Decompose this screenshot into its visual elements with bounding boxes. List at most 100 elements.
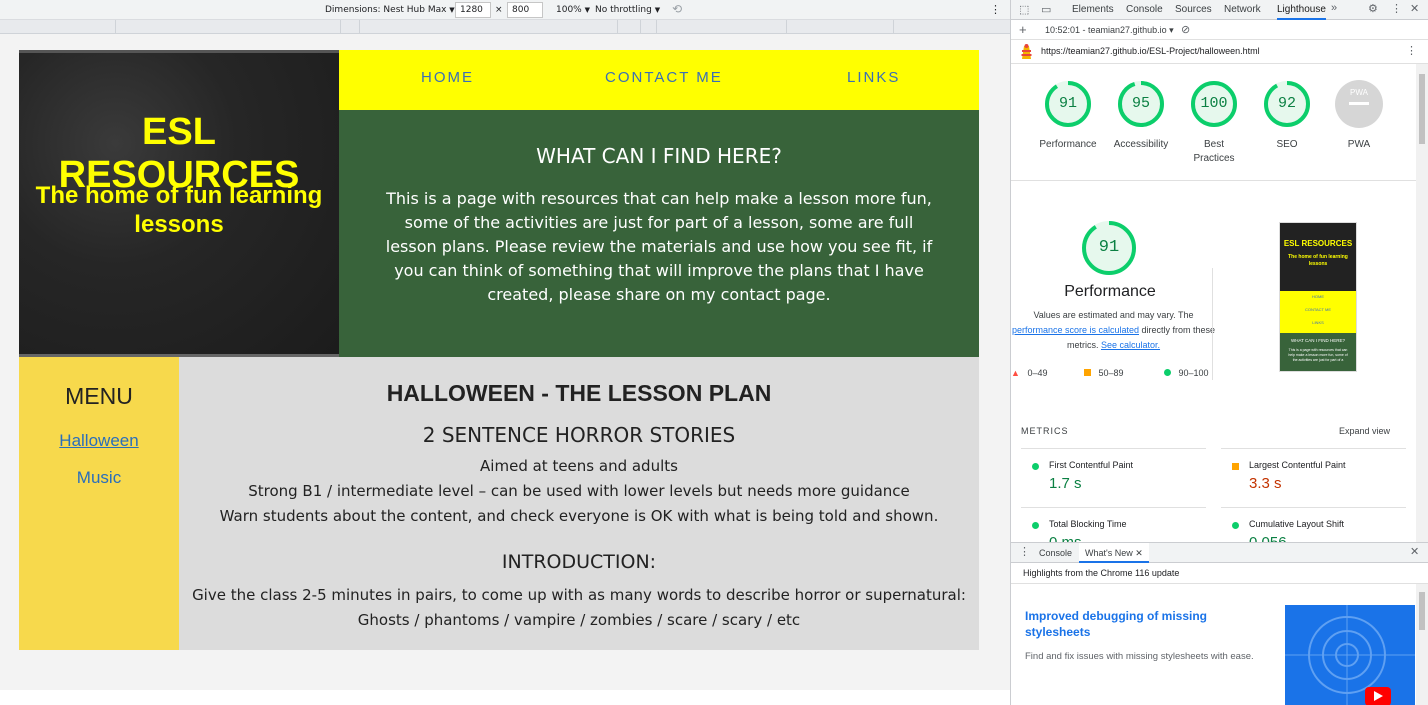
nav-links-link[interactable]: LINKS <box>847 69 900 86</box>
legend-average: 50–89 <box>1084 368 1124 378</box>
side-menu: MENU Halloween Music <box>19 357 179 650</box>
performance-score-large: 91 <box>1098 238 1120 257</box>
gauge-label: PWA <box>1347 139 1371 150</box>
report-select[interactable]: 10:52:01 - teamian27.github.io ▾ <box>1045 25 1174 36</box>
metric-value: 0.056 <box>1249 534 1287 542</box>
see-calculator-link[interactable]: See calculator. <box>1101 340 1160 350</box>
metric-value: 1.7 s <box>1049 475 1082 492</box>
metric-name: First Contentful Paint <box>1049 460 1134 470</box>
thumb-intro: WHAT CAN I FIND HERE? This is a page wit… <box>1280 333 1356 371</box>
viewport-width-input[interactable]: 1280 <box>455 2 491 18</box>
dimension-separator: × <box>495 5 503 15</box>
metric-name: Largest Contentful Paint <box>1249 460 1346 470</box>
nav-home-link[interactable]: HOME <box>421 69 474 86</box>
gauge-performance[interactable]: 91 Performance <box>1038 80 1098 152</box>
close-drawer-icon[interactable]: ✕ <box>1410 545 1419 558</box>
viewport-height-input[interactable]: 800 <box>507 2 543 18</box>
site-nav: HOME CONTACT ME LINKS <box>339 50 979 110</box>
good-status-icon <box>1032 463 1039 470</box>
metric-value: 0 ms <box>1049 534 1082 542</box>
more-tabs-icon[interactable]: » <box>1331 2 1337 14</box>
media-query-segment[interactable] <box>359 20 360 34</box>
tab-lighthouse[interactable]: Lighthouse <box>1277 4 1326 20</box>
gauge-label: Accessibility <box>1113 139 1169 150</box>
gauge-label: Best Practices <box>1193 139 1235 164</box>
report-scrollbar[interactable] <box>1416 64 1428 542</box>
menu-link-music[interactable]: Music <box>19 468 179 488</box>
whats-new-video-thumbnail[interactable] <box>1285 605 1415 705</box>
drawer-scrollbar[interactable] <box>1416 584 1428 705</box>
media-query-segment[interactable] <box>340 20 341 34</box>
gauge-seo[interactable]: 92 SEO <box>1257 80 1317 152</box>
metric-tbt: Total Blocking Time 0 ms <box>1021 507 1206 542</box>
introduction-heading: INTRODUCTION: <box>501 551 657 573</box>
web-page: ESL RESOURCES The home of fun learning l… <box>19 50 979 650</box>
throttling-select[interactable]: No throttling ▼ <box>595 5 660 15</box>
screen: Dimensions: Nest Hub Max ▼ 1280 × 800 10… <box>0 0 1428 705</box>
report-menu-icon[interactable]: ⋮ <box>1406 44 1417 57</box>
lesson-title: HALLOWEEN - THE LESSON PLAN <box>386 380 772 406</box>
drawer-tab-whats-new[interactable]: What's New ✕ <box>1079 543 1149 563</box>
whats-new-header: Highlights from the Chrome 116 update <box>1011 563 1428 584</box>
metric-fcp: First Contentful Paint 1.7 s <box>1021 448 1206 506</box>
scrollbar-thumb[interactable] <box>1419 74 1425 144</box>
metric-name: Total Blocking Time <box>1049 519 1127 529</box>
square-icon <box>1084 369 1091 376</box>
viewport-bottom <box>0 690 1010 705</box>
gauge-accessibility[interactable]: 95 Accessibility <box>1111 80 1171 152</box>
media-query-bar <box>0 20 1010 34</box>
media-query-segment[interactable] <box>656 20 657 34</box>
final-screenshot-thumbnail[interactable]: ESL RESOURCES The home of fun learning l… <box>1279 222 1357 372</box>
close-tab-icon: ✕ <box>1135 548 1143 558</box>
performance-title: Performance <box>1064 283 1156 300</box>
media-query-segment[interactable] <box>786 20 787 34</box>
close-icon[interactable]: ✕ <box>1410 2 1419 15</box>
more-options-icon[interactable]: ⋮ <box>990 3 1001 16</box>
intro-text: This is a page with resources that can h… <box>385 189 933 304</box>
tab-sources[interactable]: Sources <box>1175 4 1212 15</box>
score-calculated-link[interactable]: performance score is calculated <box>1012 325 1139 335</box>
zoom-select[interactable]: 100% ▼ <box>556 5 590 15</box>
media-query-segment[interactable] <box>115 20 116 34</box>
good-status-icon <box>1232 522 1239 529</box>
triangle-icon: ▲ <box>1011 368 1020 378</box>
site-header-branding: ESL RESOURCES The home of fun learning l… <box>19 50 339 357</box>
metric-name: Cumulative Layout Shift <box>1249 519 1345 529</box>
media-query-segment[interactable] <box>893 20 894 34</box>
clear-icon[interactable]: ⊘ <box>1181 23 1190 36</box>
drawer-menu-icon[interactable]: ⋮ <box>1019 545 1030 558</box>
circle-icon <box>1164 369 1171 376</box>
new-report-icon[interactable]: + <box>1019 22 1027 37</box>
devtools-tabbar: ⬚ ▭ Elements Console Sources Network Lig… <box>1011 0 1428 20</box>
device-dimensions-select[interactable]: Dimensions: Nest Hub Max ▼ <box>325 5 455 15</box>
expand-view-toggle[interactable]: Expand view <box>1339 426 1390 436</box>
scrollbar-thumb[interactable] <box>1419 592 1425 630</box>
inspect-element-icon[interactable]: ⬚ <box>1019 3 1029 16</box>
tab-elements[interactable]: Elements <box>1072 4 1114 15</box>
introduction-examples: Ghosts / phantoms / vampire / zombies / … <box>357 611 801 629</box>
more-options-icon[interactable]: ⋮ <box>1391 2 1402 15</box>
device-toolbar-icon[interactable]: ▭ <box>1041 3 1051 16</box>
tab-network[interactable]: Network <box>1224 4 1261 15</box>
rotate-icon[interactable]: ⟲ <box>672 2 682 16</box>
audited-url-bar: https://teamian27.github.io/ESL-Project/… <box>1011 40 1428 64</box>
gauge-score: 95 <box>1131 95 1150 112</box>
gauge-pwa[interactable]: PWA PWA <box>1329 80 1389 152</box>
metric-cls: Cumulative Layout Shift 0.056 <box>1221 507 1406 542</box>
devtools-drawer: ⋮ Console What's New ✕ ✕ Highlights from… <box>1011 542 1428 705</box>
metrics-label: METRICS <box>1021 426 1069 436</box>
tab-console[interactable]: Console <box>1126 4 1163 15</box>
settings-gear-icon[interactable]: ⚙ <box>1368 2 1378 15</box>
legend-poor: ▲ 0–49 <box>1011 368 1048 378</box>
media-query-segment[interactable] <box>640 20 641 34</box>
lesson-level: Strong B1 / intermediate level – can be … <box>248 482 910 500</box>
lesson-audience: Aimed at teens and adults <box>480 457 678 475</box>
media-query-segment[interactable] <box>617 20 618 34</box>
drawer-tab-console[interactable]: Console <box>1039 548 1072 558</box>
whats-new-title-link[interactable]: Improved debugging of missing stylesheet… <box>1025 608 1225 640</box>
menu-link-halloween[interactable]: Halloween <box>19 431 179 451</box>
gauge-best-practices[interactable]: 100 Best Practices <box>1184 80 1244 166</box>
gauge-label: Performance <box>1039 139 1097 150</box>
nav-contact-link[interactable]: CONTACT ME <box>605 69 723 86</box>
gauge-score: 91 <box>1058 95 1077 112</box>
